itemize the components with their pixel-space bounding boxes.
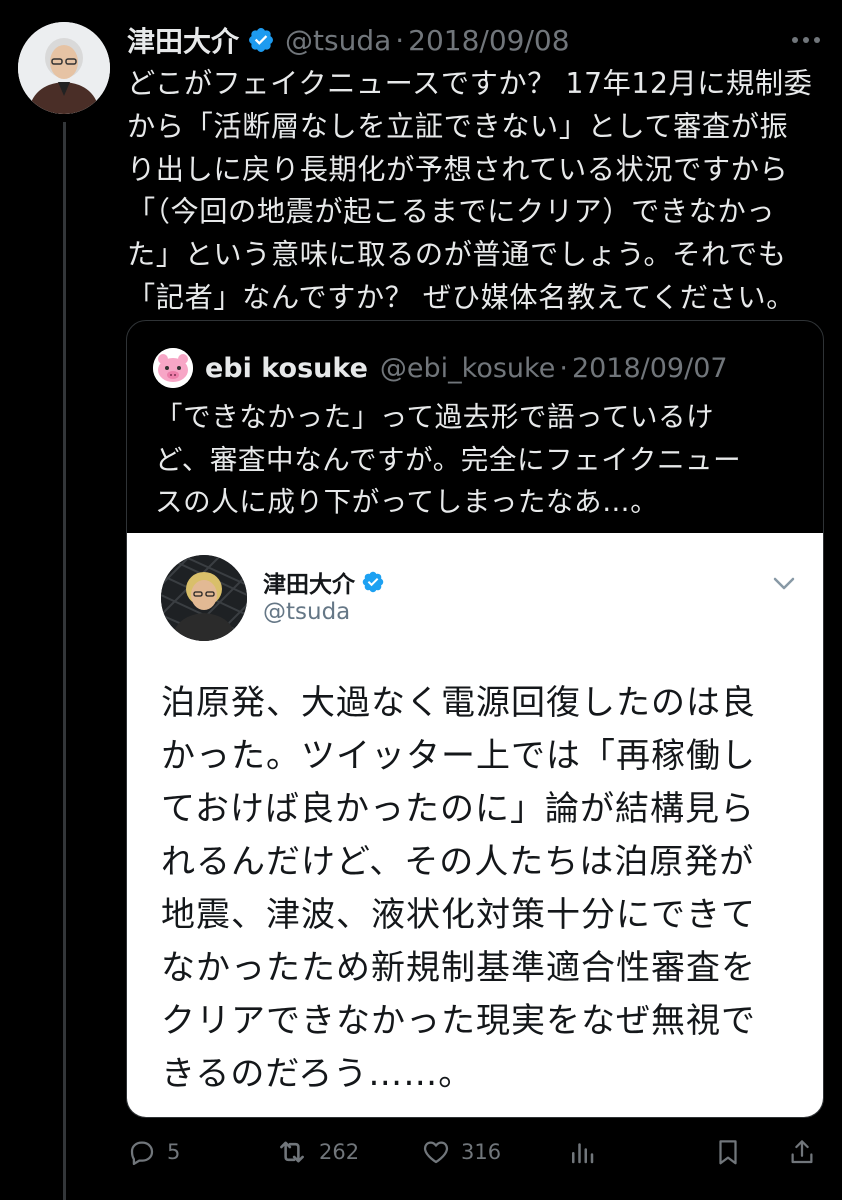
avatar[interactable] (18, 22, 110, 114)
views-button[interactable] (567, 1130, 607, 1174)
quoted-tweet-text: 「できなかった」って過去形で語っているけ ど、審査中なんですが。完全にフェイクニ… (155, 396, 805, 524)
tweet-text-line: 「記者」なんですか？ ぜひ媒体名教えてください。 (127, 280, 796, 314)
more-icon[interactable] (788, 26, 824, 54)
embedded-text-line: 泊原発、大過なく電源回復したのは良 (161, 683, 756, 723)
embedded-avatar (161, 555, 247, 641)
reply-count: 5 (167, 1140, 181, 1164)
author-handle[interactable]: @tsuda (285, 24, 391, 57)
bookmark-button[interactable] (713, 1130, 753, 1174)
bookmark-icon (719, 1140, 737, 1165)
tweet-text-line: から「活断層なしを立証できない」として審査が振 (127, 109, 789, 143)
tweet-text: どこがフェイクニュースですか？ 17年12月に規制委 から「活断層なしを立証でき… (127, 63, 827, 320)
embedded-avatar-image (161, 555, 247, 641)
tweet: 津田大介 @tsuda · 2018/09/08 どこがフェイクニュースですか？… (0, 0, 842, 1200)
quoted-text-line: 「できなかった」って過去形で語っているけ (155, 401, 715, 433)
embedded-author-handle: @tsuda (263, 599, 351, 625)
verified-badge-icon (362, 571, 384, 593)
retweet-count: 262 (319, 1140, 360, 1164)
tweet-date[interactable]: 2018/09/08 (408, 24, 569, 57)
thread-line (63, 122, 66, 1200)
like-count: 316 (461, 1140, 502, 1164)
embedded-text-line: かった。ツイッター上では「再稼働し (161, 736, 756, 776)
quoted-tweet-header: ebi kosuke @ebi_kosuke · 2018/09/07 (153, 348, 728, 388)
author-name[interactable]: 津田大介 (127, 20, 239, 60)
views-chart-icon (572, 1143, 594, 1164)
share-icon (791, 1140, 813, 1164)
pig-avatar-icon (153, 348, 193, 388)
quoted-tweet[interactable]: ebi kosuke @ebi_kosuke · 2018/09/07 「できな… (126, 320, 824, 1118)
embedded-text-line: れるんだけど、その人たちは泊原発が (161, 842, 755, 882)
embedded-tweet-image[interactable]: 津田大介 @tsuda 泊原発、大過なく電源回復したのは良 かった。ツイッター上… (127, 533, 823, 1117)
retweet-button[interactable]: 262 (275, 1130, 359, 1174)
embedded-text-line: 地震、津波、液状化対策十分にできて (161, 895, 756, 935)
heart-icon (423, 1141, 449, 1164)
tweet-text-line: た」という意味に取るのが普通でしょう。それでも (127, 238, 787, 272)
quoted-author-handle[interactable]: @ebi_kosuke (380, 353, 555, 384)
quoted-text-line: ど、審査中なんですが。完全にフェイクニュー (155, 443, 742, 476)
reply-button[interactable]: 5 (127, 1130, 180, 1174)
avatar-image (18, 22, 110, 114)
embedded-text-line: ておけば良かったのに」論が結構見ら (161, 789, 755, 829)
quoted-author-name[interactable]: ebi kosuke (205, 353, 368, 384)
retweet-icon (280, 1141, 304, 1163)
embedded-author-name-text: 津田大介 (263, 572, 355, 598)
verified-badge-icon (249, 28, 273, 52)
embedded-tweet-text: 泊原発、大過なく電源回復したのは良 かった。ツイッター上では「再稼働し ておけば… (161, 677, 801, 1101)
tweet-text-line: 「（今回の地震が起こるまでにクリア）できなかっ (127, 195, 776, 229)
like-button[interactable]: 316 (421, 1130, 501, 1174)
embedded-text-line: クリアできなかった現実をなぜ無視で (161, 1001, 756, 1041)
quoted-avatar[interactable] (153, 348, 193, 388)
embedded-author-name: 津田大介 (263, 565, 385, 599)
embedded-text-line: きるのだろう……。 (161, 1054, 474, 1094)
embedded-text-line: なかったため新規制基準適合性審査を (161, 948, 756, 988)
tweet-header: 津田大介 @tsuda · 2018/09/08 (127, 18, 570, 62)
action-bar: 5 262 316 (127, 1130, 827, 1174)
share-button[interactable] (787, 1130, 827, 1174)
quoted-text-line: スの人に成り下がってしまったなあ…。 (155, 486, 659, 518)
tweet-text-line: どこがフェイクニュースですか？ 17年12月に規制委 (127, 67, 813, 100)
tweet-text-line: り出しに戻り長期化が予想されている状況ですから (127, 152, 789, 186)
separator-dot: · (559, 352, 568, 384)
separator-dot: · (395, 23, 405, 57)
quoted-tweet-date[interactable]: 2018/09/07 (572, 353, 728, 384)
reply-icon (130, 1141, 154, 1165)
chevron-down-icon (773, 577, 795, 590)
